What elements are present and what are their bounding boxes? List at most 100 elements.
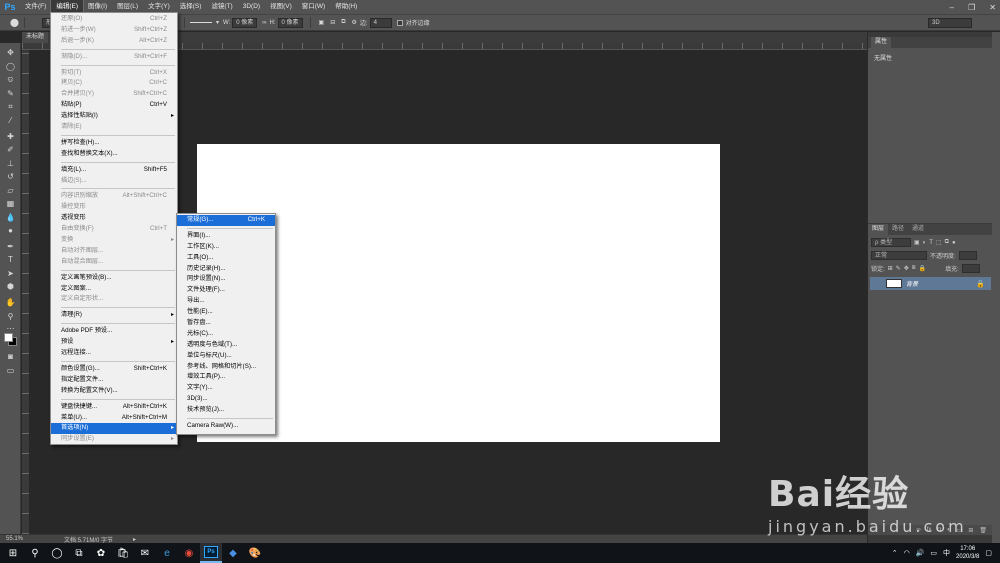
- tool-preset-icon[interactable]: ⬤: [10, 18, 19, 27]
- menu-option[interactable]: 历史记录(H)...: [177, 264, 275, 275]
- pen-tool-icon[interactable]: ✒: [4, 241, 17, 252]
- menu-option[interactable]: 键盘快捷键... Alt+Shift+Ctrl+K: [51, 402, 177, 413]
- gradient-tool-icon[interactable]: ▦: [4, 198, 17, 209]
- path-arrange-icon[interactable]: ⧉: [341, 19, 345, 26]
- menu-option[interactable]: 定义图案...: [51, 284, 177, 295]
- document-tab[interactable]: 未标题: [22, 32, 49, 43]
- type-tool-icon[interactable]: T: [4, 254, 17, 265]
- foreground-color-swatch[interactable]: [4, 333, 13, 342]
- menu-item[interactable]: 窗口(W): [297, 0, 330, 14]
- photoshop-task-icon[interactable]: Ps: [200, 543, 222, 563]
- menu-option[interactable]: 拷贝(C) Ctrl+C: [51, 78, 177, 89]
- menu-option[interactable]: 剪切(T) Ctrl+X: [51, 68, 177, 79]
- menu-option[interactable]: 粘贴(P) Ctrl+V: [51, 100, 177, 111]
- eraser-tool-icon[interactable]: ▱: [4, 185, 17, 196]
- menu-option[interactable]: 描边(S)...: [51, 176, 177, 187]
- menu-option[interactable]: 透明度与色域(T)...: [177, 340, 275, 351]
- menu-option[interactable]: 导出...: [177, 296, 275, 307]
- clock[interactable]: 17:06 2020/3/8: [956, 545, 979, 561]
- align-edges-checkbox[interactable]: [396, 19, 403, 26]
- menu-option[interactable]: 定义画笔预设(B)...: [51, 273, 177, 284]
- filter-pixel-icon[interactable]: ▣: [914, 239, 920, 246]
- menu-option[interactable]: 颜色设置(G)... Shift+Ctrl+K: [51, 364, 177, 375]
- menu-option[interactable]: 选择性粘贴(I): [51, 111, 177, 122]
- menu-item[interactable]: 3D(D): [238, 0, 265, 14]
- menu-option[interactable]: 远程连接...: [51, 348, 177, 359]
- filter-adjust-icon[interactable]: ◐: [923, 240, 927, 246]
- menu-option[interactable]: 同步设置(E): [51, 434, 177, 445]
- lock-all-icon[interactable]: 🔒: [919, 265, 926, 272]
- menu-option[interactable]: 透视变形: [51, 213, 177, 224]
- zoom-level[interactable]: 55.1%: [6, 536, 46, 542]
- menu-option[interactable]: 增效工具(P)...: [177, 372, 275, 383]
- filter-shape-icon[interactable]: ⬚: [936, 239, 942, 246]
- menu-option[interactable]: 后退一步(K) Alt+Ctrl+Z: [51, 36, 177, 47]
- healing-brush-tool-icon[interactable]: ✚: [4, 131, 17, 142]
- task-view-icon[interactable]: ⧉: [68, 543, 90, 563]
- lock-pixels-icon[interactable]: ⊞: [888, 265, 893, 272]
- filter-type-icon[interactable]: T: [929, 240, 933, 246]
- chevron-up-icon[interactable]: ⌃: [892, 549, 898, 557]
- menu-option[interactable]: 界面(I)...: [177, 231, 275, 242]
- eyedropper-tool-icon[interactable]: ⁄: [4, 115, 17, 126]
- dodge-tool-icon[interactable]: ●: [4, 225, 17, 236]
- menu-item[interactable]: 滤镜(T): [206, 0, 237, 14]
- fx-icon[interactable]: fx: [927, 527, 932, 533]
- search-icon[interactable]: ⚲: [24, 543, 46, 563]
- menu-option[interactable]: 首选项(N): [51, 423, 177, 435]
- menu-option[interactable]: 参考线、网格和切片(S)...: [177, 362, 275, 373]
- cortana-icon[interactable]: ◯: [46, 543, 68, 563]
- folder-icon[interactable]: ▭: [957, 527, 963, 534]
- menu-option[interactable]: 拼写检查(H)...: [51, 138, 177, 149]
- workspace-select[interactable]: 3D: [928, 17, 972, 28]
- menu-option[interactable]: 转换为配置文件(V)...: [51, 386, 177, 397]
- stroke-line-icon[interactable]: [189, 22, 212, 23]
- properties-tab[interactable]: 属性: [871, 37, 892, 48]
- layer-row-background[interactable]: 背景 🔒: [870, 277, 991, 290]
- blur-tool-icon[interactable]: 💧: [4, 212, 17, 223]
- marquee-tool-icon[interactable]: ◯: [4, 61, 17, 72]
- menu-option[interactable]: Camera Raw(W)...: [177, 421, 275, 432]
- menu-option[interactable]: 定义自定形状...: [51, 294, 177, 305]
- tab-channels[interactable]: 通道: [908, 224, 928, 235]
- menu-option[interactable]: 菜单(U)... Alt+Shift+Ctrl+M: [51, 413, 177, 424]
- menu-option[interactable]: 前进一步(W) Shift+Ctrl+Z: [51, 25, 177, 36]
- mask-icon[interactable]: ◘: [937, 527, 941, 533]
- tab-layers[interactable]: 图层: [868, 224, 889, 235]
- width-input[interactable]: 0 像素: [232, 17, 258, 28]
- new-layer-icon[interactable]: ⊞: [968, 527, 973, 534]
- close-icon[interactable]: ✕: [989, 3, 996, 12]
- menu-item[interactable]: 帮助(H): [330, 0, 362, 14]
- menu-option[interactable]: 操控变形: [51, 202, 177, 213]
- link-icon[interactable]: ∞: [262, 20, 266, 26]
- shape-tool-icon[interactable]: ⬢: [4, 281, 17, 292]
- filter-toggle-icon[interactable]: ●: [952, 240, 956, 246]
- menu-option[interactable]: 光标(C)...: [177, 329, 275, 340]
- menu-option[interactable]: 还原(O) Ctrl+Z: [51, 14, 177, 25]
- brush-tool-icon[interactable]: ✐: [4, 144, 17, 155]
- blue-app-icon[interactable]: ◆: [222, 543, 244, 563]
- edge-browser-icon[interactable]: e: [156, 543, 178, 563]
- menu-option[interactable]: 工具(O)...: [177, 253, 275, 264]
- menu-option[interactable]: 文字(Y)...: [177, 383, 275, 394]
- screen-mode-icon[interactable]: ▭: [4, 365, 17, 376]
- status-arrow-icon[interactable]: ▸: [133, 536, 136, 543]
- minimize-icon[interactable]: –: [950, 3, 954, 12]
- paint-app-icon[interactable]: 🎨: [244, 543, 266, 563]
- layer-filter-select[interactable]: ρ 类型: [871, 238, 911, 247]
- menu-option[interactable]: 渐隐(D)... Shift+Ctrl+F: [51, 52, 177, 63]
- lock-move-icon[interactable]: ✥: [904, 265, 909, 272]
- menu-option[interactable]: 查找和替换文本(X)...: [51, 149, 177, 160]
- tab-paths[interactable]: 路径: [888, 224, 908, 235]
- menu-item[interactable]: 视图(V): [265, 0, 297, 14]
- menu-option[interactable]: 3D(3)...: [177, 394, 275, 405]
- mail-icon[interactable]: ✉: [134, 543, 156, 563]
- lasso-tool-icon[interactable]: ଡ: [4, 74, 17, 85]
- chrome-icon[interactable]: ◉: [178, 543, 200, 563]
- adjustment-icon[interactable]: ◐: [947, 527, 951, 533]
- quick-mask-icon[interactable]: ◙: [4, 351, 17, 362]
- history-brush-tool-icon[interactable]: ↺: [4, 171, 17, 182]
- volume-icon[interactable]: 🔊: [916, 549, 925, 557]
- menu-option[interactable]: 填充(L)... Shift+F5: [51, 165, 177, 176]
- menu-option[interactable]: 变换: [51, 235, 177, 246]
